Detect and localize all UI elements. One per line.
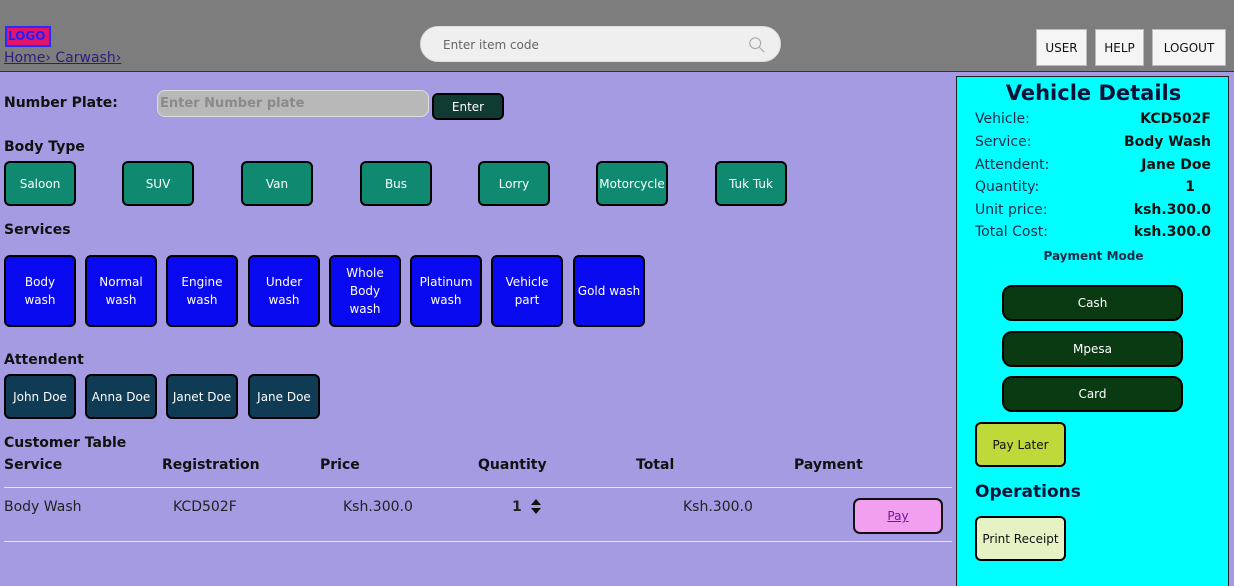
number-plate-label: Number Plate: (4, 95, 118, 111)
column-header-price: Price (320, 457, 360, 473)
body-type-label: Body Type (4, 139, 85, 155)
detail-quantity: Quantity: 1 (975, 179, 1211, 199)
card-button[interactable]: Card (1002, 376, 1183, 412)
service-vehicle-part[interactable]: Vehicle part (491, 255, 563, 327)
pay-button[interactable]: Pay (853, 498, 943, 534)
detail-value: ksh.300.0 (1133, 224, 1211, 240)
mpesa-button[interactable]: Mpesa (1002, 331, 1183, 367)
detail-value: Body Wash (1123, 134, 1211, 150)
detail-total-cost: Total Cost: ksh.300.0 (975, 224, 1211, 244)
column-header-service: Service (4, 457, 63, 473)
detail-key: Total Cost: (975, 224, 1048, 240)
attendent-jane-doe[interactable]: Jane Doe (248, 374, 320, 419)
cell-total: Ksh.300.0 (683, 499, 753, 515)
service-normal-wash[interactable]: Normal wash (85, 255, 157, 327)
enter-button[interactable]: Enter (432, 93, 504, 120)
body-type-suv[interactable]: SUV (122, 161, 194, 206)
detail-value: ksh.300.0 (1133, 202, 1211, 218)
breadcrumb-separator: › (115, 50, 122, 66)
attendent-label: Attendent (4, 352, 84, 368)
detail-attendent: Attendent: Jane Doe (975, 157, 1211, 177)
body-type-saloon[interactable]: Saloon (4, 161, 76, 206)
detail-unit-price: Unit price: ksh.300.0 (975, 202, 1211, 222)
body-type-bus[interactable]: Bus (360, 161, 432, 206)
table-divider (4, 487, 952, 488)
help-button[interactable]: HELP (1095, 29, 1144, 66)
search-icon[interactable] (748, 36, 766, 54)
attendent-john-doe[interactable]: John Doe (4, 374, 76, 419)
detail-value: Jane Doe (1141, 157, 1211, 173)
body-type-van[interactable]: Van (241, 161, 313, 206)
breadcrumb-home[interactable]: Home (4, 50, 45, 66)
body-type-tuk-tuk[interactable]: Tuk Tuk (715, 161, 787, 206)
service-whole-body-wash[interactable]: Whole Body wash (329, 255, 401, 327)
cell-quantity[interactable]: 1 (512, 499, 522, 515)
number-plate-input[interactable] (157, 90, 429, 117)
cell-price: Ksh.300.0 (343, 499, 413, 515)
breadcrumb-carwash[interactable]: Carwash (55, 50, 115, 66)
detail-key: Vehicle: (975, 111, 1030, 127)
operations-label: Operations (975, 482, 1081, 502)
service-platinum-wash[interactable]: Platinum wash (410, 255, 482, 327)
cell-registration: KCD502F (173, 499, 237, 515)
detail-vehicle: Vehicle: KCD502F (975, 111, 1211, 131)
vehicle-details-panel: Vehicle Details Vehicle: KCD502F Service… (956, 76, 1229, 586)
logo[interactable]: LOGO (5, 26, 51, 47)
search-bar (420, 26, 781, 62)
header-bar: LOGO Home› Carwash› USER HELP LOGOUT (0, 0, 1234, 72)
vehicle-details-title: Vehicle Details (1005, 81, 1182, 105)
column-header-registration: Registration (162, 457, 260, 473)
body-type-motorcycle[interactable]: Motorcycle (596, 161, 668, 206)
payment-mode-label: Payment Mode (1043, 249, 1144, 263)
column-header-payment: Payment (794, 457, 863, 473)
attendent-janet-doe[interactable]: Janet Doe (166, 374, 238, 419)
breadcrumb: Home› Carwash› (4, 50, 121, 66)
detail-value: KCD502F (1140, 111, 1211, 127)
detail-key: Quantity: (975, 179, 1040, 195)
detail-key: Service: (975, 134, 1032, 150)
detail-key: Unit price: (975, 202, 1048, 218)
search-input[interactable] (443, 35, 743, 55)
body-type-lorry[interactable]: Lorry (478, 161, 550, 206)
service-gold-wash[interactable]: Gold wash (573, 255, 645, 327)
detail-key: Attendent: (975, 157, 1050, 173)
customer-table-label: Customer Table (4, 435, 127, 451)
attendent-anna-doe[interactable]: Anna Doe (85, 374, 157, 419)
table-divider (4, 541, 952, 542)
print-receipt-button[interactable]: Print Receipt (975, 516, 1066, 561)
logout-button[interactable]: LOGOUT (1152, 29, 1226, 66)
service-under-wash[interactable]: Under wash (248, 255, 320, 327)
service-engine-wash[interactable]: Engine wash (166, 255, 238, 327)
quantity-stepper-icon[interactable] (530, 498, 542, 516)
column-header-quantity: Quantity (478, 457, 547, 473)
breadcrumb-separator: › (45, 50, 51, 66)
user-button[interactable]: USER (1036, 29, 1087, 66)
cell-service: Body Wash (4, 499, 82, 515)
detail-value: 1 (1185, 179, 1195, 195)
services-label: Services (4, 222, 71, 238)
service-body-wash[interactable]: Body wash (4, 255, 76, 327)
detail-service: Service: Body Wash (975, 134, 1211, 154)
column-header-total: Total (636, 457, 675, 473)
pay-later-button[interactable]: Pay Later (975, 422, 1066, 467)
cash-button[interactable]: Cash (1002, 285, 1183, 321)
